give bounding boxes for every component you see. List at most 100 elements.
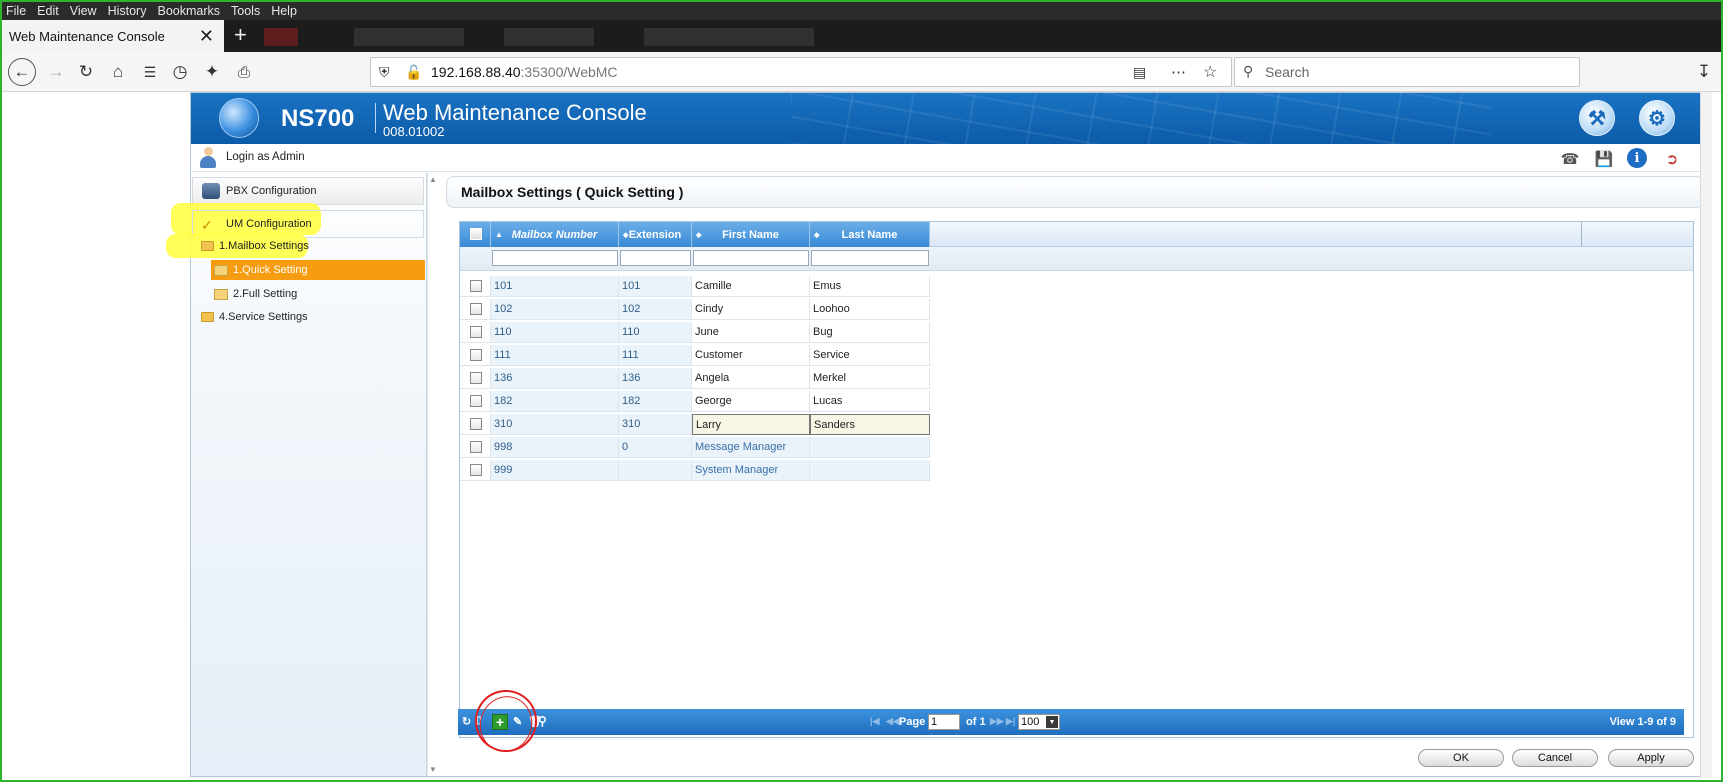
- extensions-icon[interactable]: ✦: [200, 60, 224, 84]
- first-page-icon[interactable]: |◀: [870, 716, 879, 727]
- last-page-icon[interactable]: ▶|: [1006, 716, 1015, 727]
- reload-icon[interactable]: ↻: [74, 60, 98, 84]
- cell-extension[interactable]: 102: [619, 299, 692, 320]
- cell-first-name[interactable]: George: [692, 391, 810, 412]
- cell-last-name[interactable]: Sanders: [810, 414, 930, 435]
- cell-extension[interactable]: 310: [619, 414, 692, 435]
- back-arrow-icon[interactable]: ←: [8, 58, 36, 86]
- menu-bookmarks[interactable]: Bookmarks: [157, 4, 220, 18]
- filter-last-name-input[interactable]: [811, 250, 929, 266]
- cell-first-name[interactable]: June: [692, 322, 810, 343]
- page-scrollbar[interactable]: [1700, 92, 1712, 778]
- table-row[interactable]: 310 310 Larry Sanders: [460, 414, 971, 435]
- row-checkbox[interactable]: [470, 464, 482, 476]
- cell-extension[interactable]: 111: [619, 345, 692, 366]
- sidebar-item-quick-setting[interactable]: 1.Quick Setting: [211, 260, 425, 280]
- bookmark-star-icon[interactable]: ☆: [1203, 62, 1217, 82]
- col-first-name[interactable]: ◆ First Name: [692, 222, 810, 247]
- tab-web-maintenance-console[interactable]: Web Maintenance Console ✕: [2, 20, 224, 52]
- chevron-down-icon[interactable]: ▼: [1046, 716, 1058, 728]
- ok-button[interactable]: OK: [1418, 749, 1504, 767]
- add-record-button[interactable]: +: [492, 714, 508, 730]
- column-chooser-icon[interactable]: ▯: [476, 715, 482, 726]
- filter-first-name-input[interactable]: [693, 250, 809, 266]
- cell-first-name[interactable]: Customer: [692, 345, 810, 366]
- cell-mailbox-number[interactable]: 310: [491, 414, 619, 435]
- cell-first-name[interactable]: System Manager: [692, 460, 810, 481]
- cell-last-name[interactable]: [810, 460, 930, 481]
- edit-icon[interactable]: ✎: [513, 715, 522, 728]
- menu-file[interactable]: File: [6, 4, 26, 18]
- cell-last-name[interactable]: Loohoo: [810, 299, 930, 320]
- filter-mailbox-number-input[interactable]: [492, 250, 618, 266]
- table-row[interactable]: 182 182 George Lucas: [460, 391, 971, 412]
- cell-first-name[interactable]: Cindy: [692, 299, 810, 320]
- scroll-down-icon[interactable]: ▼: [429, 765, 437, 774]
- forward-arrow-icon[interactable]: →: [44, 60, 68, 84]
- page-number-input[interactable]: 1: [928, 714, 960, 730]
- select-all-checkbox[interactable]: [470, 228, 482, 240]
- url-bar[interactable]: ⛨ 🔓 192.168.88.40:35300/WebMC ▤ ⋯ ☆: [370, 57, 1232, 87]
- table-row[interactable]: 102 102 Cindy Loohoo: [460, 299, 971, 320]
- row-checkbox[interactable]: [470, 303, 482, 315]
- table-row[interactable]: 111 111 Customer Service: [460, 345, 971, 366]
- print-icon[interactable]: ⎙: [232, 60, 256, 84]
- blurred-tab[interactable]: [504, 28, 594, 46]
- search-input[interactable]: ⚲ Search: [1234, 57, 1580, 87]
- sidebar-scrollbar[interactable]: ▲ ▼: [427, 173, 437, 776]
- blurred-tab[interactable]: [264, 28, 298, 46]
- home-icon[interactable]: ⌂: [106, 60, 130, 84]
- menu-tools[interactable]: Tools: [231, 4, 260, 18]
- table-row[interactable]: 101 101 Camille Emus: [460, 276, 971, 297]
- rows-per-page-select[interactable]: 100 ▼: [1018, 714, 1060, 730]
- phone-icon[interactable]: ☎: [1559, 148, 1581, 170]
- sidebar-item-mailbox-settings[interactable]: 1.Mailbox Settings: [201, 236, 309, 256]
- cell-mailbox-number[interactable]: 102: [491, 299, 619, 320]
- sidebar-item-service-settings[interactable]: 4.Service Settings: [201, 307, 308, 327]
- cell-mailbox-number[interactable]: 136: [491, 368, 619, 389]
- cell-mailbox-number[interactable]: 999: [491, 460, 619, 481]
- insecure-lock-icon[interactable]: 🔓: [405, 64, 422, 81]
- table-row[interactable]: 999 System Manager: [460, 460, 971, 481]
- more-actions-icon[interactable]: ⋯: [1171, 63, 1186, 81]
- refresh-icon[interactable]: ↻: [462, 715, 471, 728]
- scroll-up-icon[interactable]: ▲: [429, 175, 437, 184]
- sidebar-item-pbx-configuration[interactable]: PBX Configuration: [192, 177, 424, 205]
- row-checkbox[interactable]: [470, 441, 482, 453]
- table-row[interactable]: 136 136 Angela Merkel: [460, 368, 971, 389]
- cell-extension[interactable]: 110: [619, 322, 692, 343]
- next-page-icon[interactable]: ▶▶: [990, 716, 1004, 727]
- shield-icon[interactable]: ⛨: [379, 64, 390, 81]
- cell-last-name[interactable]: Merkel: [810, 368, 930, 389]
- filter-extension-input[interactable]: [620, 250, 691, 266]
- row-checkbox[interactable]: [470, 395, 482, 407]
- menu-history[interactable]: History: [108, 4, 147, 18]
- save-icon[interactable]: 💾: [1593, 148, 1615, 170]
- menu-edit[interactable]: Edit: [37, 4, 59, 18]
- cell-extension[interactable]: [619, 460, 692, 481]
- cell-extension[interactable]: 182: [619, 391, 692, 412]
- reader-view-icon[interactable]: ▤: [1133, 64, 1146, 81]
- cell-last-name[interactable]: Service: [810, 345, 930, 366]
- select-all-header[interactable]: [460, 222, 491, 247]
- logout-icon[interactable]: ➲: [1661, 148, 1683, 170]
- url-text[interactable]: 192.168.88.40:35300/WebMC: [431, 64, 618, 80]
- cell-first-name[interactable]: Angela: [692, 368, 810, 389]
- cell-mailbox-number[interactable]: 998: [491, 437, 619, 458]
- table-row[interactable]: 998 0 Message Manager: [460, 437, 971, 458]
- cancel-button[interactable]: Cancel: [1512, 749, 1598, 767]
- cell-last-name[interactable]: Emus: [810, 276, 930, 297]
- blurred-tab[interactable]: [354, 28, 464, 46]
- cell-first-name[interactable]: Larry: [692, 414, 810, 435]
- cell-mailbox-number[interactable]: 111: [491, 345, 619, 366]
- history-icon[interactable]: ◷: [168, 60, 192, 84]
- close-icon[interactable]: ✕: [199, 26, 214, 47]
- cell-mailbox-number[interactable]: 182: [491, 391, 619, 412]
- menu-view[interactable]: View: [70, 4, 97, 18]
- cell-extension[interactable]: 0: [619, 437, 692, 458]
- menu-help[interactable]: Help: [271, 4, 297, 18]
- table-row[interactable]: 110 110 June Bug: [460, 322, 971, 343]
- col-mailbox-number[interactable]: ▲ Mailbox Number: [491, 222, 619, 247]
- col-extension[interactable]: ◆ Extension: [619, 222, 692, 247]
- prev-page-icon[interactable]: ◀◀: [886, 716, 900, 727]
